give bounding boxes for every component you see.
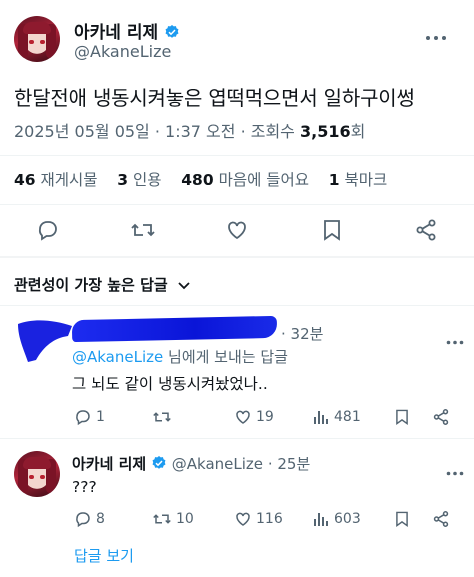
redacted-avatar[interactable]	[14, 316, 72, 362]
more-icon[interactable]	[446, 461, 464, 480]
chevron-down-icon	[177, 278, 191, 296]
reply-sort-label: 관련성이 가장 높은 답글	[14, 276, 168, 294]
replying-to: @AkaneLize 님에게 보내는 답글	[72, 348, 288, 366]
likes-stat[interactable]: 480 마음에 들어요	[181, 171, 309, 189]
bookmark-icon[interactable]	[394, 408, 410, 430]
tweet-timestamp[interactable]: 2025년 05월 05일 · 1:37 오전 · 조회수	[14, 122, 295, 141]
mention-link[interactable]: @AkaneLize	[72, 348, 163, 366]
author-handle[interactable]: @AkaneLize	[172, 455, 263, 473]
redacted-username	[71, 315, 278, 343]
reply-text: 그 뇌도 같이 냉동시켜놨었나..	[72, 375, 268, 393]
views-button[interactable]: 603	[312, 510, 361, 528]
verified-badge-icon	[151, 455, 167, 471]
divider	[0, 305, 474, 306]
author-name[interactable]: 아카네 리제	[74, 18, 180, 43]
like-icon[interactable]	[225, 218, 249, 242]
verified-badge-icon	[164, 24, 180, 40]
author-avatar[interactable]	[14, 451, 60, 497]
share-icon[interactable]	[432, 510, 450, 532]
reply-text: ???	[72, 478, 97, 496]
tweet-stats: 46 재게시물 3 인용 480 마음에 들어요 1 북마크	[14, 168, 387, 190]
reply-time[interactable]: · 25분	[268, 455, 310, 473]
divider	[0, 256, 474, 258]
divider	[0, 155, 474, 156]
view-count: 3,516	[300, 122, 351, 141]
show-replies-link[interactable]: 답글 보기	[74, 545, 134, 566]
author-handle[interactable]: @AkaneLize	[74, 42, 171, 61]
reply-button[interactable]: 8	[74, 510, 105, 528]
reply-icon[interactable]	[36, 218, 60, 242]
repost-button[interactable]: 10	[152, 510, 194, 528]
reply-sort-dropdown[interactable]: 관련성이 가장 높은 답글	[14, 274, 191, 296]
views-button[interactable]: 481	[312, 408, 361, 426]
divider	[0, 204, 474, 205]
like-button[interactable]: 116	[234, 510, 283, 528]
bookmark-icon[interactable]	[394, 510, 410, 532]
bookmarks-stat[interactable]: 1 북마크	[329, 171, 388, 189]
view-count-suffix: 회	[350, 122, 366, 141]
author-avatar[interactable]	[14, 16, 60, 62]
reply-button[interactable]: 1	[74, 408, 105, 426]
reply-header: 아카네 리제 @AkaneLize · 25분	[72, 453, 310, 474]
reply-time[interactable]: · 32분	[281, 323, 323, 344]
tweet-meta: 2025년 05월 05일 · 1:37 오전 · 조회수 3,516회	[14, 118, 365, 142]
share-icon[interactable]	[432, 408, 450, 430]
bookmark-icon[interactable]	[321, 218, 343, 242]
more-icon[interactable]	[425, 26, 447, 45]
repost-button[interactable]	[152, 408, 176, 426]
tweet-text: 한달전애 냉동시켜놓은 엽떡먹으면서 일하구이썽	[14, 86, 415, 110]
repost-icon[interactable]	[130, 218, 156, 242]
reposts-stat[interactable]: 46 재게시물	[14, 171, 98, 189]
share-icon[interactable]	[414, 218, 438, 242]
more-icon[interactable]	[446, 330, 464, 349]
author-name[interactable]: 아카네 리제	[72, 455, 146, 473]
quotes-stat[interactable]: 3 인용	[117, 171, 161, 189]
divider	[0, 438, 474, 439]
like-button[interactable]: 19	[234, 408, 274, 426]
